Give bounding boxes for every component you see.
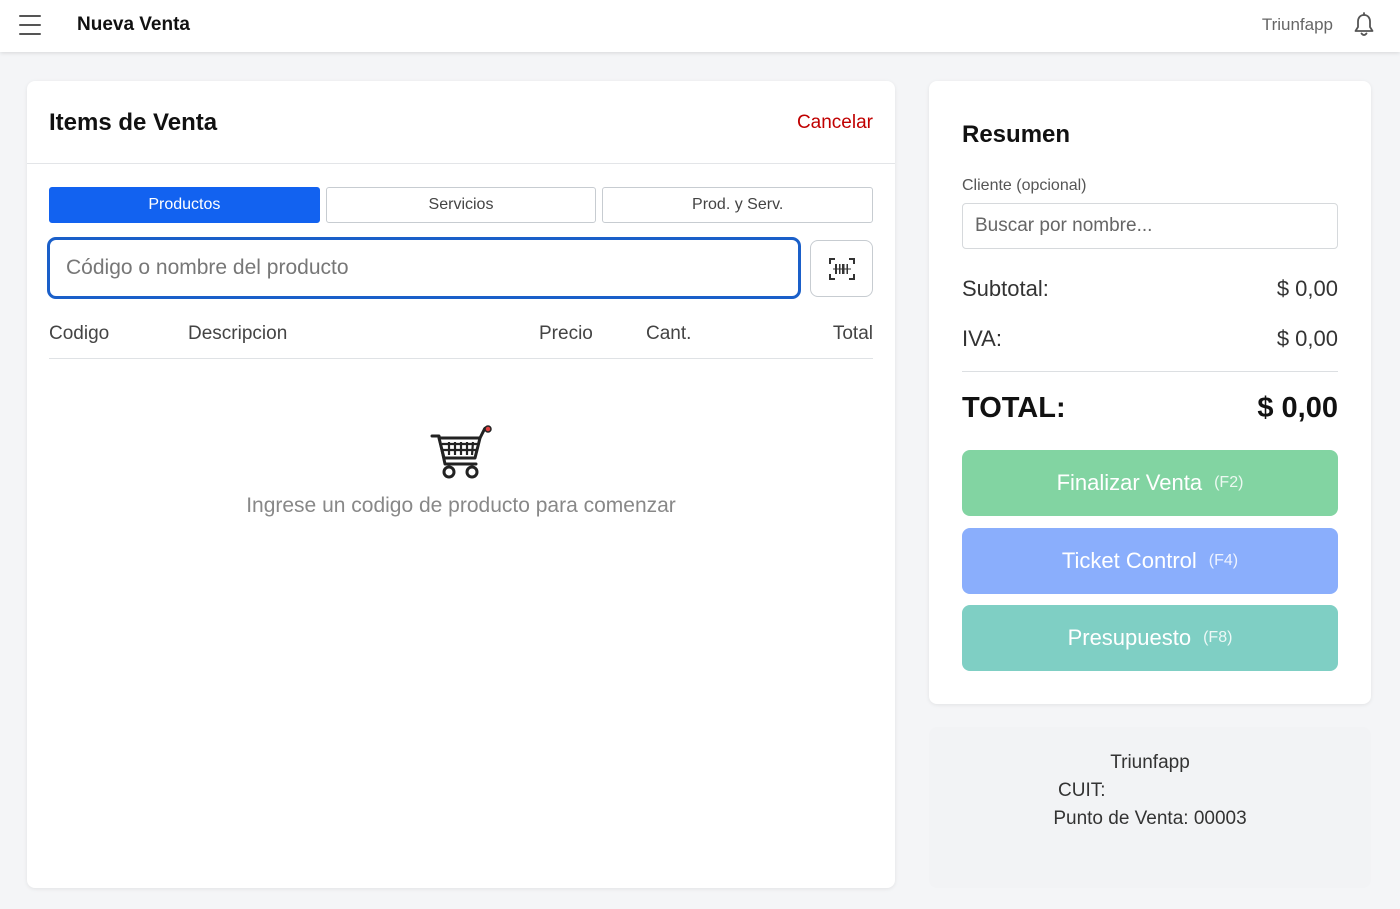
top-bar: Nueva Venta Triunfapp [0,0,1400,52]
client-search-input[interactable] [963,204,1337,248]
finalizar-venta-button[interactable]: Finalizar Venta (F2) [962,450,1338,516]
business-cuit: CUIT: [1058,780,1106,801]
empty-state: Ingrese un codigo de producto para comen… [27,424,895,518]
tab-productos[interactable]: Productos [49,187,320,223]
iva-value: $ 0,00 [1276,326,1338,351]
ticket-control-label: Ticket Control [1061,548,1197,573]
subtotal-row: Subtotal: $ 0,00 [962,276,1338,302]
item-type-tabs: Productos Servicios Prod. y Serv. [49,187,874,223]
presupuesto-button[interactable]: Presupuesto (F8) [962,605,1338,671]
ticket-control-shortcut: (F4) [1208,552,1239,569]
column-descripcion: Descripcion [188,323,288,344]
notification-bell-icon[interactable] [1352,12,1376,38]
subtotal-value: $ 0,00 [1276,276,1338,301]
summary-title: Resumen [962,121,1071,148]
column-total: Total [832,323,873,344]
summary-panel: Resumen Cliente (opcional) Subtotal: $ 0… [929,81,1371,704]
items-table-header: Codigo Descripcion Precio Cant. Total [49,311,873,359]
column-codigo: Codigo [49,323,110,344]
business-name: Triunfapp [1110,752,1190,773]
sale-items-header: Items de Venta Cancelar [27,81,895,164]
page-title: Nueva Venta [77,14,190,35]
total-value: $ 0,00 [1257,392,1338,424]
finalizar-venta-label: Finalizar Venta [1056,470,1203,495]
punto-de-venta: Punto de Venta: 00003 [1053,808,1247,829]
tab-prod-y-serv[interactable]: Prod. y Serv. [602,187,874,223]
empty-state-message: Ingrese un codigo de producto para comen… [246,494,676,517]
product-search-input[interactable] [50,240,798,296]
cancel-button[interactable]: Cancelar [797,112,873,134]
client-search-box [962,203,1338,249]
presupuesto-label: Presupuesto [1067,625,1192,650]
shopping-cart-icon [430,425,492,479]
ticket-control-button[interactable]: Ticket Control (F4) [962,528,1338,594]
product-search-box [47,237,801,299]
business-info-panel: Triunfapp CUIT: Punto de Venta: 00003 [929,727,1371,888]
client-label: Cliente (opcional) [962,177,1087,194]
total-label: TOTAL: [962,392,1066,424]
total-row: TOTAL: $ 0,00 [962,392,1338,425]
summary-divider [962,371,1338,372]
brand-name: Triunfapp [1261,15,1333,34]
presupuesto-shortcut: (F8) [1203,629,1233,646]
finalizar-venta-shortcut: (F2) [1214,474,1244,491]
sale-items-title: Items de Venta [49,109,218,136]
column-cantidad: Cant. [646,323,692,344]
hamburger-menu-icon[interactable] [19,15,41,35]
tab-servicios[interactable]: Servicios [325,187,597,223]
column-precio: Precio [539,323,593,344]
subtotal-label: Subtotal: [962,276,1049,301]
iva-row: IVA: $ 0,00 [962,326,1338,352]
barcode-scan-button[interactable] [810,240,873,297]
sale-items-panel: Items de Venta Cancelar Productos Servic… [27,81,895,888]
iva-label: IVA: [962,326,1002,351]
barcode-scan-icon [828,257,855,280]
